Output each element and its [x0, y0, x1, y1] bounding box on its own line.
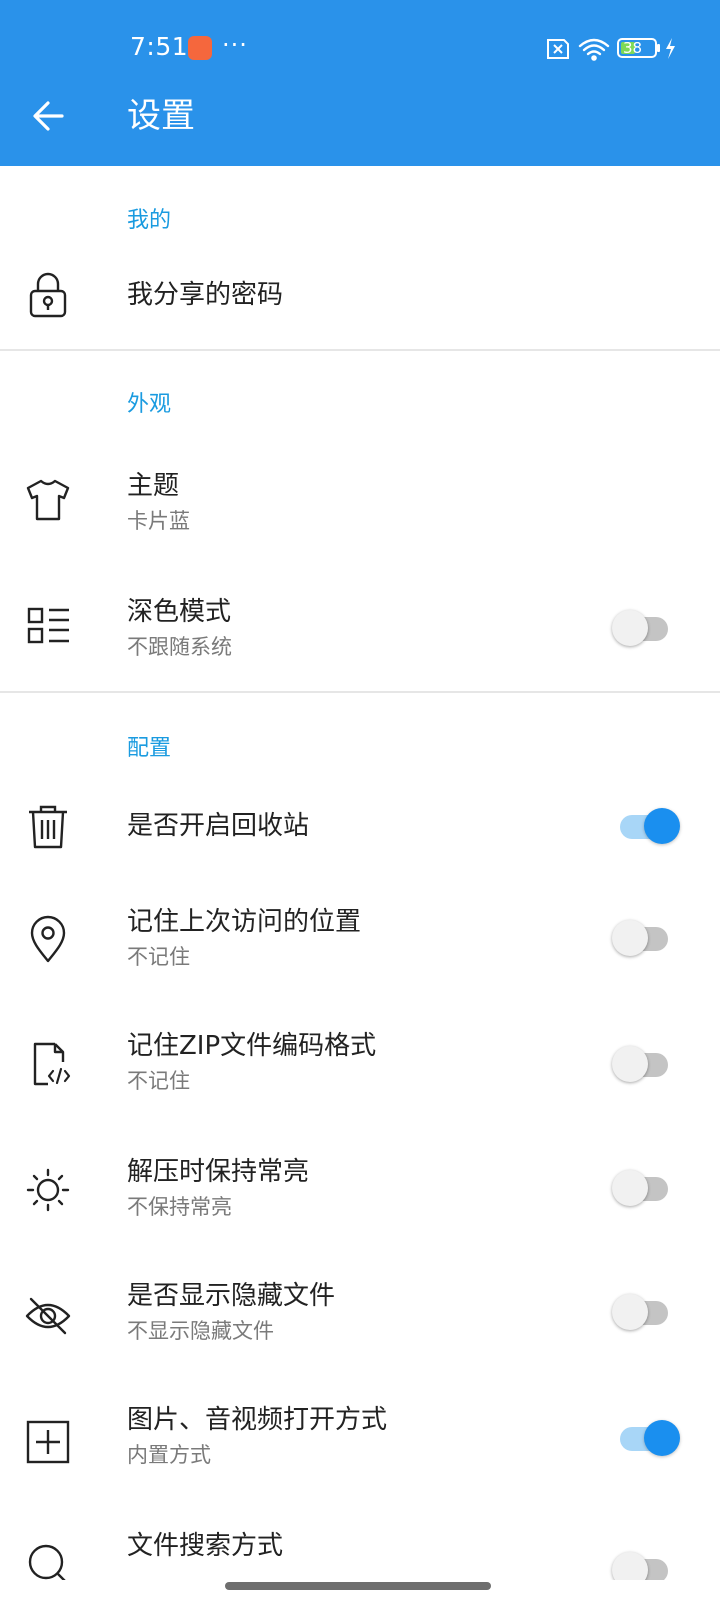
- eye-off-icon: [22, 1290, 74, 1342]
- media-open-mode-toggle[interactable]: [608, 1416, 680, 1460]
- settings-item-title: 记住ZIP文件编码格式: [127, 1031, 377, 1061]
- settings-item-title: 文件搜索方式: [127, 1531, 284, 1561]
- settings-item-title: 我分享的密码: [127, 280, 284, 310]
- settings-item-title: 图片、音视频打开方式: [127, 1405, 388, 1435]
- settings-item-subtitle: 卡片蓝: [127, 509, 190, 533]
- code-file-icon: [22, 1038, 74, 1090]
- settings-item-title: 记住上次访问的位置: [127, 907, 362, 937]
- settings-item-subtitle: 内置方式: [127, 1443, 211, 1467]
- sun-icon: [22, 1164, 74, 1216]
- settings-item-dark-mode[interactable]: 深色模式 不跟随系统: [0, 578, 720, 678]
- dark-mode-toggle[interactable]: [608, 606, 680, 650]
- section-header-config: 配置: [127, 736, 172, 761]
- zip-encoding-toggle[interactable]: [608, 1042, 680, 1086]
- file-search-mode-toggle[interactable]: [608, 1548, 680, 1580]
- settings-item-title: 是否开启回收站: [127, 811, 310, 841]
- status-more-indicator: ···: [222, 31, 248, 59]
- app-notification-icon: [188, 36, 212, 60]
- remember-location-toggle[interactable]: [608, 916, 680, 960]
- charging-icon: [666, 38, 675, 59]
- settings-item-title: 是否显示隐藏文件: [127, 1281, 336, 1311]
- settings-item-keep-screen-on[interactable]: 解压时保持常亮 不保持常亮: [0, 1142, 720, 1242]
- settings-item-subtitle: 不显示隐藏文件: [127, 1319, 274, 1343]
- arrow-left-icon: [33, 101, 64, 131]
- settings-item-show-hidden-files[interactable]: 是否显示隐藏文件 不显示隐藏文件: [0, 1268, 720, 1368]
- gesture-nav-handle[interactable]: [225, 1582, 491, 1590]
- settings-item-title: 解压时保持常亮: [127, 1157, 310, 1187]
- battery-level: 38: [623, 39, 643, 57]
- list-icon: [22, 600, 74, 652]
- keep-screen-on-toggle[interactable]: [608, 1166, 680, 1210]
- location-pin-icon: [22, 914, 74, 966]
- settings-item-recycle-bin[interactable]: 是否开启回收站: [0, 786, 720, 868]
- settings-item-title: 深色模式: [127, 597, 232, 627]
- trash-icon: [22, 800, 74, 852]
- section-header-appearance: 外观: [127, 392, 172, 417]
- status-icons: 38: [544, 34, 684, 62]
- recycle-bin-toggle[interactable]: [608, 804, 680, 848]
- page-title: 设置: [127, 96, 195, 136]
- settings-item-title: 主题: [127, 471, 180, 501]
- section-divider: [0, 349, 720, 351]
- status-time: 7:51: [130, 32, 189, 61]
- settings-item-media-open-mode[interactable]: 图片、音视频打开方式 内置方式: [0, 1394, 720, 1494]
- status-icons-svg: [547, 38, 675, 61]
- wifi-icon: [578, 38, 610, 61]
- settings-item-subtitle: 不记住: [127, 945, 190, 969]
- section-header-mine: 我的: [127, 208, 172, 233]
- settings-item-subtitle: 不记住: [127, 1069, 190, 1093]
- settings-item-theme[interactable]: 主题 卡片蓝: [0, 452, 720, 552]
- search-icon: [22, 1538, 74, 1580]
- section-divider: [0, 691, 720, 693]
- plus-box-icon: [22, 1416, 74, 1468]
- settings-item-file-search-mode[interactable]: 文件搜索方式: [0, 1520, 720, 1580]
- settings-item-shared-passwords[interactable]: 我分享的密码: [0, 264, 720, 346]
- settings-item-remember-location[interactable]: 记住上次访问的位置 不记住: [0, 890, 720, 990]
- tshirt-icon: [22, 474, 74, 526]
- lock-icon: [22, 270, 74, 322]
- settings-item-subtitle: 不跟随系统: [127, 635, 232, 659]
- settings-item-zip-encoding[interactable]: 记住ZIP文件编码格式 不记住: [0, 1016, 720, 1116]
- show-hidden-files-toggle[interactable]: [608, 1290, 680, 1334]
- app-bar: 7:51 ··· 38 设置: [0, 0, 720, 166]
- settings-item-subtitle: 不保持常亮: [127, 1195, 232, 1219]
- sim-off-icon: [547, 39, 569, 59]
- back-button[interactable]: [22, 88, 78, 144]
